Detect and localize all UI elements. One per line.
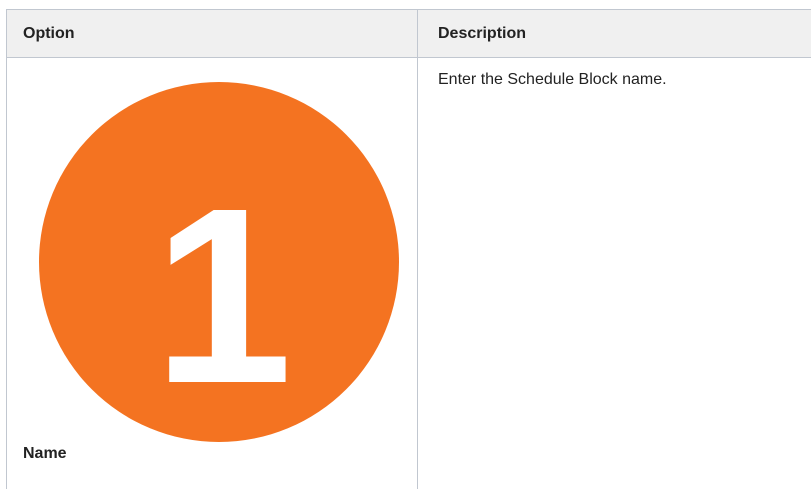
option-name-label: Name bbox=[23, 445, 67, 462]
step-number-badge-icon: 1 bbox=[27, 70, 411, 454]
header-description: Description bbox=[417, 9, 811, 58]
header-option: Option bbox=[6, 9, 418, 58]
table-header-row: Option Description bbox=[6, 9, 811, 58]
badge-number: 1 bbox=[153, 156, 292, 435]
options-table: Option Description 1 Name Enter the Sche… bbox=[6, 9, 811, 489]
description-cell: Enter the Schedule Block name. bbox=[418, 58, 811, 489]
table-row: 1 Name Enter the Schedule Block name. bbox=[6, 57, 811, 489]
description-text: Enter the Schedule Block name. bbox=[438, 71, 667, 88]
option-cell: 1 Name bbox=[6, 57, 418, 489]
step-badge-graphic: 1 bbox=[39, 82, 399, 442]
